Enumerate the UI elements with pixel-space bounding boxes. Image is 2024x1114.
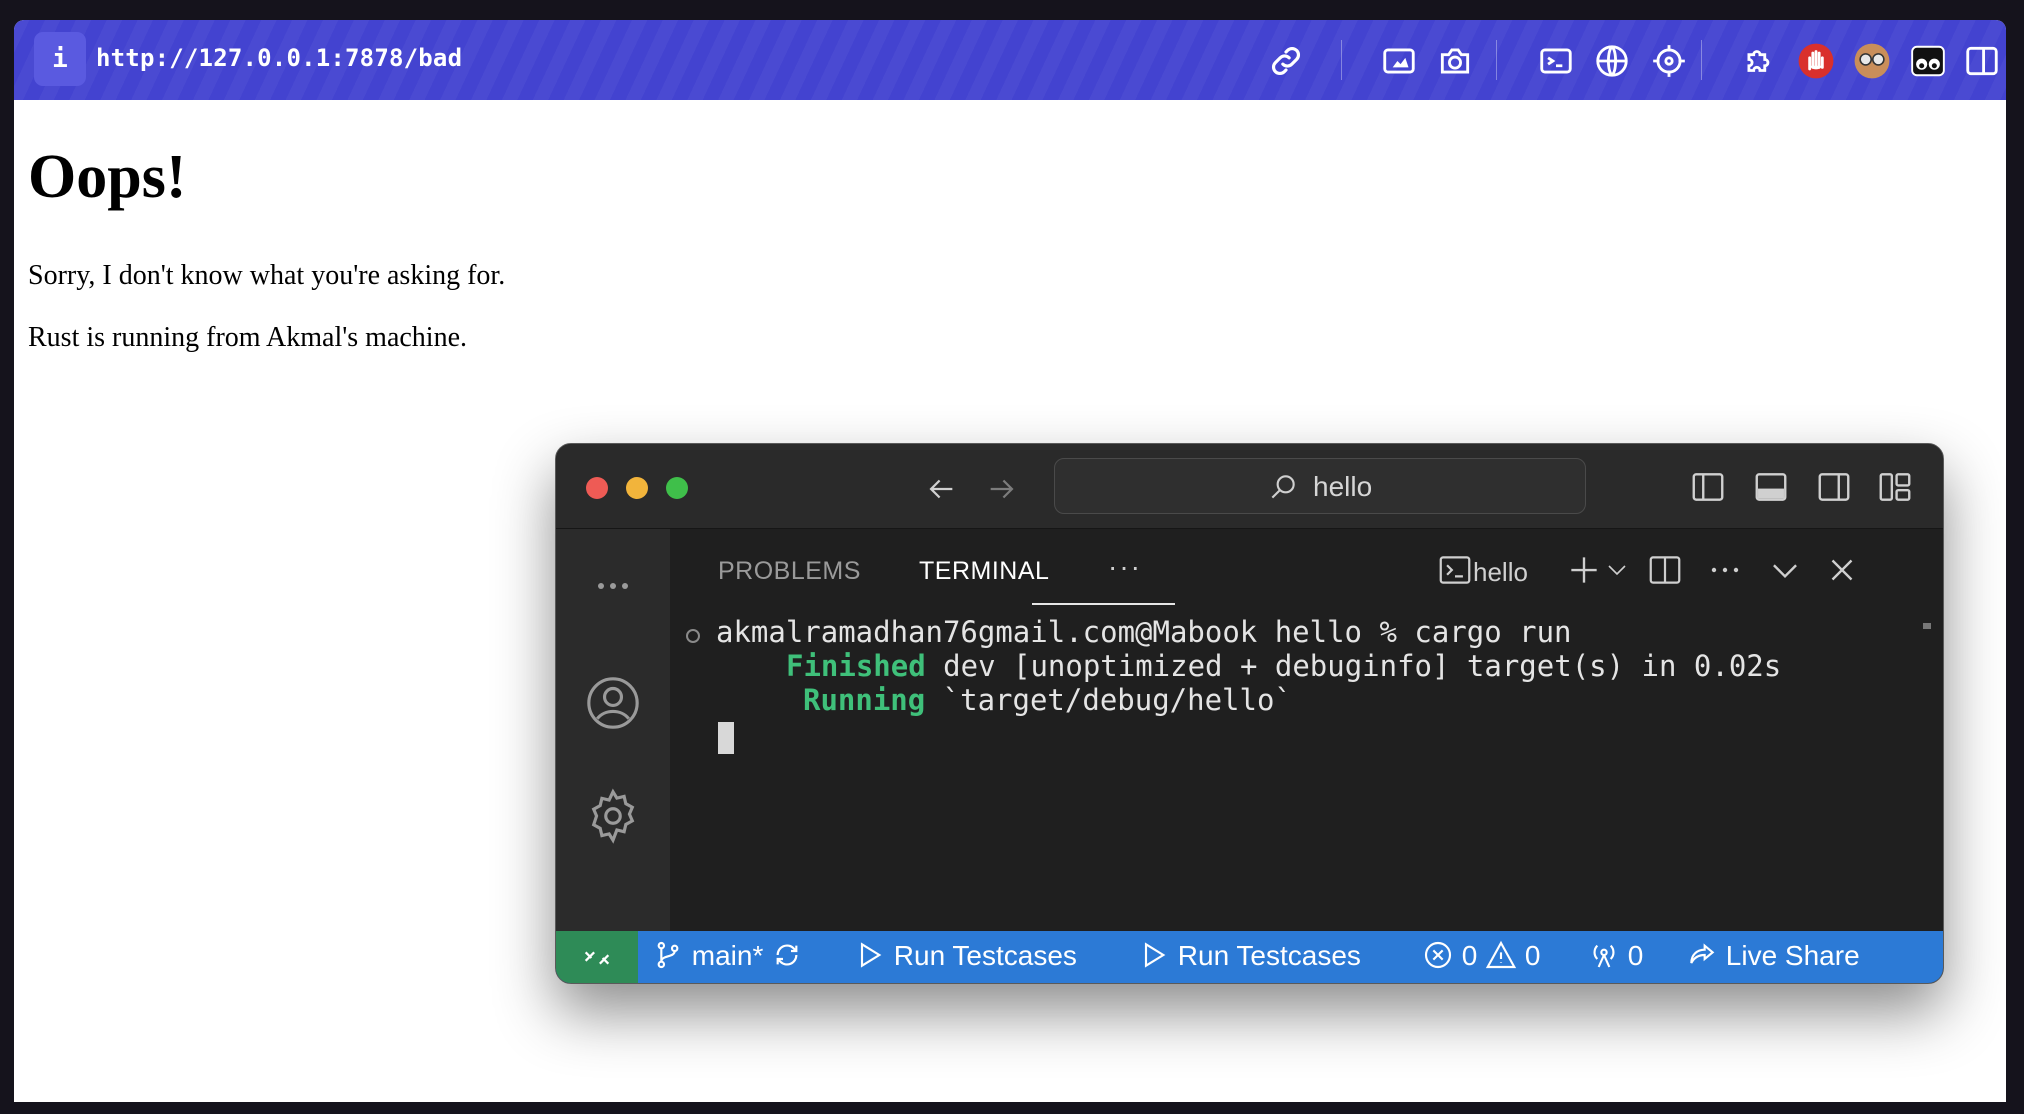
live-share-label: Live Share bbox=[1725, 940, 1860, 971]
terminal-prompt-line: akmalramadhan76gmail.com@Mabook hello % … bbox=[716, 615, 1572, 649]
glasses-avatar-icon[interactable] bbox=[1853, 42, 1891, 80]
activity-bar bbox=[556, 529, 670, 931]
run-testcases-label-1: Run Testcases bbox=[893, 940, 1077, 971]
ports-status[interactable]: 0 bbox=[1588, 939, 1643, 972]
panel-tabs: PROBLEMS TERMINAL ··· hello bbox=[670, 529, 1943, 607]
command-center-label: hello bbox=[1313, 471, 1373, 502]
crosshair-icon[interactable] bbox=[1650, 42, 1688, 80]
link-icon[interactable] bbox=[1267, 42, 1305, 80]
command-status-circle-icon bbox=[686, 629, 700, 643]
new-terminal-plus-icon[interactable] bbox=[1565, 551, 1603, 589]
error-icon bbox=[1422, 940, 1454, 971]
git-branch-icon bbox=[652, 940, 684, 971]
terminal-cursor bbox=[718, 722, 734, 754]
manage-gear-icon[interactable] bbox=[584, 787, 642, 845]
panel-more-tabs[interactable]: ··· bbox=[1108, 551, 1142, 583]
tab-terminal[interactable]: TERMINAL bbox=[919, 557, 1049, 586]
branch-name: main* bbox=[691, 940, 764, 971]
toolbar-divider bbox=[1341, 40, 1342, 80]
forward-arrow-icon[interactable] bbox=[984, 472, 1020, 506]
broadcast-icon bbox=[1588, 940, 1620, 971]
back-arrow-icon[interactable] bbox=[923, 472, 959, 506]
finished-keyword: Finished bbox=[786, 649, 926, 683]
hand-stop-icon[interactable] bbox=[1797, 42, 1835, 80]
sidebar-icon[interactable] bbox=[1963, 42, 2001, 80]
toggle-primary-sidebar-icon[interactable] bbox=[1689, 468, 1727, 506]
warning-count: 0 bbox=[1524, 940, 1541, 971]
warning-icon bbox=[1485, 940, 1517, 971]
active-tab-indicator bbox=[1032, 603, 1175, 605]
play-icon bbox=[854, 940, 886, 971]
error-heading: Oops! bbox=[28, 143, 187, 211]
command-center-search[interactable]: hello bbox=[1054, 458, 1586, 514]
live-share-icon bbox=[1686, 940, 1718, 971]
info-button[interactable]: i bbox=[34, 32, 86, 86]
zoom-window-button[interactable] bbox=[666, 477, 688, 499]
remote-indicator[interactable] bbox=[556, 931, 638, 983]
run-testcases-button-1[interactable]: Run Testcases bbox=[854, 939, 1077, 972]
terminal-output[interactable]: akmalramadhan76gmail.com@Mabook hello % … bbox=[670, 607, 1943, 931]
error-message: Sorry, I don't know what you're asking f… bbox=[28, 260, 506, 291]
close-panel-icon[interactable] bbox=[1823, 551, 1861, 589]
chevron-down-icon[interactable] bbox=[1605, 559, 1629, 581]
browser-toolbar: i http://127.0.0.1:7878/bad bbox=[14, 20, 2006, 100]
play-icon bbox=[1138, 940, 1170, 971]
more-views-icon[interactable] bbox=[584, 557, 642, 615]
running-details: `target/debug/hello` bbox=[925, 683, 1292, 717]
sync-icon[interactable] bbox=[771, 940, 803, 971]
toggle-secondary-sidebar-icon[interactable] bbox=[1815, 468, 1853, 506]
ports-count: 0 bbox=[1627, 940, 1644, 971]
camera-icon[interactable] bbox=[1436, 42, 1474, 80]
machine-message: Rust is running from Akmal's machine. bbox=[28, 322, 468, 353]
live-share-button[interactable]: Live Share bbox=[1686, 939, 1860, 972]
toggle-panel-icon[interactable] bbox=[1752, 468, 1790, 506]
search-icon bbox=[1267, 471, 1299, 503]
close-window-button[interactable] bbox=[586, 477, 608, 499]
error-count: 0 bbox=[1461, 940, 1478, 971]
eyes-icon[interactable] bbox=[1909, 42, 1947, 80]
customize-layout-icon[interactable] bbox=[1876, 468, 1914, 506]
vscode-titlebar: hello bbox=[556, 444, 1943, 529]
terminal-scrollbar[interactable] bbox=[1923, 623, 1931, 629]
more-actions-icon[interactable] bbox=[1706, 551, 1744, 589]
status-bar: main* Run Testcases Run Testcases 0 0 0 … bbox=[556, 931, 1943, 983]
maximize-panel-chevron-icon[interactable] bbox=[1766, 551, 1804, 589]
image-icon[interactable] bbox=[1380, 42, 1418, 80]
toolbar-divider bbox=[1701, 40, 1702, 80]
split-terminal-icon[interactable] bbox=[1646, 551, 1684, 589]
terminal-icon[interactable] bbox=[1537, 42, 1575, 80]
problems-status[interactable]: 0 0 bbox=[1422, 939, 1541, 972]
account-icon[interactable] bbox=[584, 674, 642, 732]
terminal-finished-line: Finished dev [unoptimized + debuginfo] t… bbox=[786, 649, 1781, 683]
run-testcases-button-2[interactable]: Run Testcases bbox=[1138, 939, 1361, 972]
terminal-shell-icon[interactable] bbox=[1436, 551, 1474, 589]
url-field[interactable]: http://127.0.0.1:7878/bad bbox=[96, 44, 462, 72]
terminal-instance-name[interactable]: hello bbox=[1473, 557, 1528, 588]
extension-icon[interactable] bbox=[1741, 42, 1779, 80]
vscode-window: hello PROBLEMS TERMINAL ··· hello akmalr… bbox=[555, 443, 1944, 984]
terminal-running-line: Running `target/debug/hello` bbox=[803, 683, 1292, 717]
globe-icon[interactable] bbox=[1593, 42, 1631, 80]
minimize-window-button[interactable] bbox=[626, 477, 648, 499]
running-keyword: Running bbox=[803, 683, 926, 717]
run-testcases-label-2: Run Testcases bbox=[1177, 940, 1361, 971]
toolbar-divider bbox=[1496, 40, 1497, 80]
finished-details: dev [unoptimized + debuginfo] target(s) … bbox=[925, 649, 1782, 683]
tab-problems[interactable]: PROBLEMS bbox=[718, 557, 861, 586]
branch-status[interactable]: main* bbox=[652, 939, 803, 972]
